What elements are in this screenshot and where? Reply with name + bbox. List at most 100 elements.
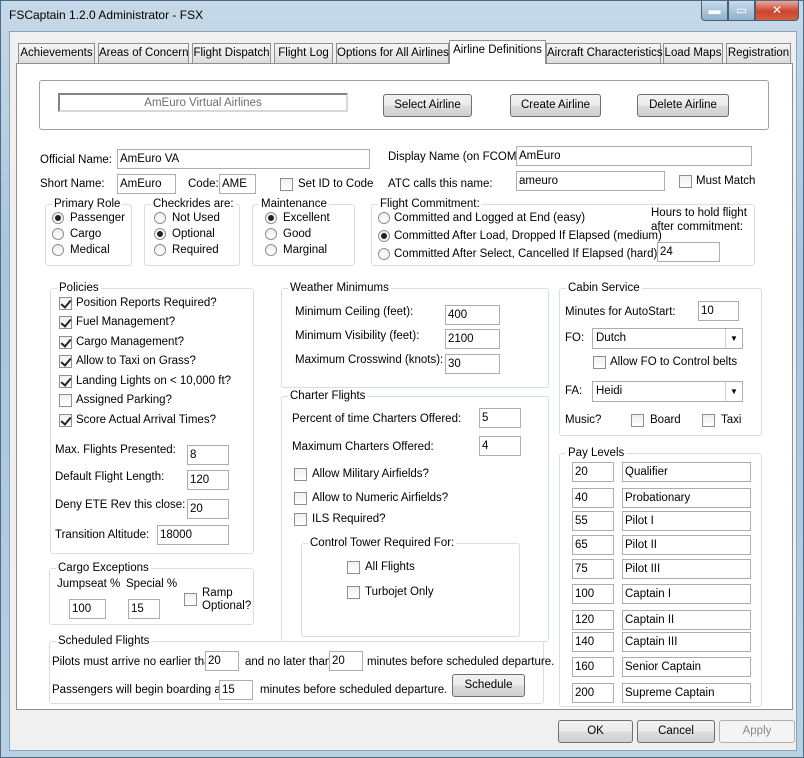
pay-level-9-value[interactable]: 160 <box>572 657 614 677</box>
fa-select[interactable]: Heidi ▼ <box>592 381 743 402</box>
close-button[interactable]: ✕ <box>755 1 799 21</box>
role-cargo-radio[interactable] <box>52 228 64 240</box>
deny-ete-input[interactable]: 20 <box>187 499 229 519</box>
pay-level-1-name[interactable]: Qualifier <box>622 462 751 482</box>
cancel-button[interactable]: Cancel <box>637 720 715 743</box>
code-input[interactable]: AME <box>219 174 256 194</box>
fuel-management-checkbox[interactable] <box>59 316 72 329</box>
cargo-management-checkbox[interactable] <box>59 336 72 349</box>
numeric-airfields-checkbox[interactable] <box>294 492 307 505</box>
checkride-optional-radio[interactable] <box>154 228 166 240</box>
role-medical-radio[interactable] <box>52 244 64 256</box>
charter-percent-input[interactable]: 5 <box>479 408 521 428</box>
music-label: Music? <box>565 414 602 426</box>
music-board-checkbox[interactable] <box>631 414 644 427</box>
maintenance-good-radio[interactable] <box>265 228 277 240</box>
window-title: FSCaptain 1.2.0 Administrator - FSX <box>9 8 204 22</box>
pay-level-1-value[interactable]: 20 <box>572 462 614 482</box>
pay-level-3-value[interactable]: 55 <box>572 511 614 531</box>
minimize-button[interactable]: ▬ <box>701 1 728 21</box>
special-input[interactable]: 15 <box>128 599 160 619</box>
pay-level-5-name[interactable]: Pilot III <box>622 559 751 579</box>
commit-easy-radio[interactable] <box>378 212 390 224</box>
min-visibility-input[interactable]: 2100 <box>445 329 500 349</box>
ok-button[interactable]: OK <box>558 720 633 743</box>
fo-select[interactable]: Dutch ▼ <box>592 328 743 349</box>
arrive-earliest-label: Pilots must arrive no earlier than <box>52 656 217 668</box>
tab-achievements[interactable]: Achievements <box>18 43 95 63</box>
tab-airline-definitions[interactable]: Airline Definitions <box>449 40 546 64</box>
hours-hold-input[interactable]: 24 <box>657 242 720 262</box>
fo-belts-checkbox[interactable] <box>593 356 606 369</box>
assigned-parking-checkbox[interactable] <box>59 394 72 407</box>
max-charters-input[interactable]: 4 <box>479 436 521 456</box>
pay-level-8-value[interactable]: 140 <box>572 632 614 652</box>
max-crosswind-input[interactable]: 30 <box>445 354 500 374</box>
landing-lights-checkbox[interactable] <box>59 375 72 388</box>
role-passenger-radio[interactable] <box>52 212 64 224</box>
commit-medium-radio[interactable] <box>378 230 390 242</box>
pay-level-6-value[interactable]: 100 <box>572 584 614 604</box>
jumpseat-input[interactable]: 100 <box>69 599 106 619</box>
role-cargo-label: Cargo <box>70 228 102 240</box>
set-id-to-code-checkbox[interactable] <box>280 178 293 191</box>
pay-level-10-name[interactable]: Supreme Captain <box>622 683 751 703</box>
score-arrival-checkbox[interactable] <box>59 414 72 427</box>
pay-level-9-name[interactable]: Senior Captain <box>622 657 751 677</box>
display-name-input[interactable]: AmEuro <box>516 146 752 166</box>
pay-level-7-name[interactable]: Captain II <box>622 610 751 630</box>
must-match-checkbox[interactable] <box>679 175 692 188</box>
tab-aircraft-characteristics[interactable]: Aircraft Characteristics <box>546 43 663 63</box>
fo-belts-label: Allow FO to Control belts <box>610 356 738 368</box>
arrive-latest-input[interactable]: 20 <box>329 651 363 671</box>
taxi-on-grass-checkbox[interactable] <box>59 355 72 368</box>
ils-required-checkbox[interactable] <box>294 513 307 526</box>
tab-flight-dispatch[interactable]: Flight Dispatch <box>192 43 271 63</box>
checkride-not-used-radio[interactable] <box>154 212 166 224</box>
pay-level-10-value[interactable]: 200 <box>572 683 614 703</box>
schedule-button[interactable]: Schedule <box>452 674 525 697</box>
transition-altitude-input[interactable]: 18000 <box>157 525 229 545</box>
pay-level-3-name[interactable]: Pilot I <box>622 511 751 531</box>
default-length-input[interactable]: 120 <box>187 470 229 490</box>
position-reports-checkbox[interactable] <box>59 297 72 310</box>
official-name-input[interactable]: AmEuro VA <box>117 149 370 169</box>
chevron-down-icon[interactable]: ▼ <box>725 329 742 348</box>
tab-areas-of-concern[interactable]: Areas of Concern <box>98 43 189 63</box>
pay-level-5-value[interactable]: 75 <box>572 559 614 579</box>
select-airline-button[interactable]: Select Airline <box>383 94 472 117</box>
autostart-input[interactable]: 10 <box>698 301 739 321</box>
pay-level-7-value[interactable]: 120 <box>572 610 614 630</box>
commit-hard-radio[interactable] <box>378 248 390 260</box>
boarding-input[interactable]: 15 <box>219 680 253 700</box>
pay-level-6-name[interactable]: Captain I <box>622 584 751 604</box>
checkride-required-radio[interactable] <box>154 244 166 256</box>
tower-all-flights-checkbox[interactable] <box>347 561 360 574</box>
create-airline-button[interactable]: Create Airline <box>510 94 601 117</box>
arrive-earliest-input[interactable]: 20 <box>205 651 239 671</box>
tab-options-all-airlines[interactable]: Options for All Airlines <box>336 43 449 63</box>
tab-registration[interactable]: Registration <box>726 43 791 63</box>
max-flights-input[interactable]: 8 <box>187 445 229 465</box>
min-ceiling-input[interactable]: 400 <box>445 305 500 325</box>
maximize-button[interactable]: ▭ <box>728 1 755 21</box>
chevron-down-icon[interactable]: ▼ <box>725 382 742 401</box>
maintenance-excellent-radio[interactable] <box>265 212 277 224</box>
pay-level-4-name[interactable]: Pilot II <box>622 535 751 555</box>
music-taxi-checkbox[interactable] <box>702 414 715 427</box>
maintenance-marginal-radio[interactable] <box>265 244 277 256</box>
delete-airline-button[interactable]: Delete Airline <box>637 94 729 117</box>
apply-button[interactable]: Apply <box>719 720 795 743</box>
tab-load-maps[interactable]: Load Maps <box>663 43 723 63</box>
pay-level-4-value[interactable]: 65 <box>572 535 614 555</box>
military-airfields-checkbox[interactable] <box>294 468 307 481</box>
pay-level-8-name[interactable]: Captain III <box>622 632 751 652</box>
tower-turbojet-checkbox[interactable] <box>347 586 360 599</box>
title-bar[interactable]: FSCaptain 1.2.0 Administrator - FSX ▬ ▭ … <box>1 1 803 31</box>
short-name-input[interactable]: AmEuro <box>117 174 176 194</box>
tab-flight-log[interactable]: Flight Log <box>274 43 333 63</box>
ramp-optional-checkbox[interactable] <box>184 593 197 606</box>
pay-level-2-name[interactable]: Probationary <box>622 488 751 508</box>
pay-level-2-value[interactable]: 40 <box>572 488 614 508</box>
atc-name-input[interactable]: ameuro <box>516 171 665 191</box>
